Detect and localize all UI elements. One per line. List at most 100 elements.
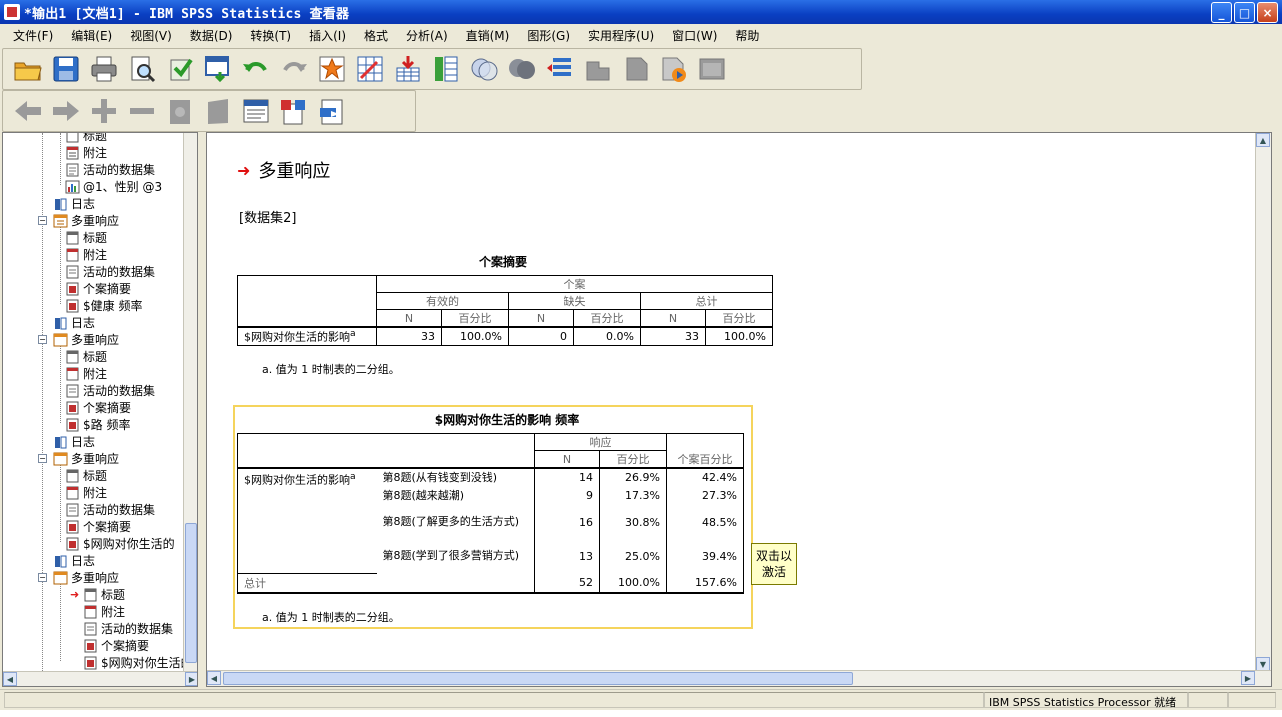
collapse-toggle[interactable]: −: [38, 573, 47, 582]
print-preview-icon[interactable]: [125, 52, 159, 86]
scroll-right-icon[interactable]: ▶: [1241, 671, 1255, 685]
scroll-left-icon[interactable]: ◀: [207, 671, 221, 685]
tree-item-log[interactable]: 日志: [53, 195, 95, 212]
open-folder-icon[interactable]: [11, 52, 45, 86]
tree-item-multiple-response[interactable]: 多重响应: [53, 569, 119, 586]
tree-item-frequency[interactable]: @1、性别 @3: [65, 178, 162, 195]
menu-insert[interactable]: 插入(I): [300, 27, 355, 44]
menu-utilities[interactable]: 实用程序(U): [579, 27, 663, 44]
scroll-left-icon[interactable]: ◀: [3, 672, 17, 686]
tree-item-active-dataset[interactable]: 活动的数据集: [83, 620, 173, 637]
tree-item-title[interactable]: 标题: [65, 467, 107, 484]
tree-item-frequency[interactable]: $网购对你生活的: [83, 654, 193, 671]
content-horizontal-scrollbar[interactable]: ◀ ▶: [207, 670, 1271, 686]
tree-item-notes[interactable]: 附注: [65, 484, 107, 501]
tree-item-title[interactable]: 标题: [65, 348, 107, 365]
print-icon[interactable]: [87, 52, 121, 86]
show-icon[interactable]: [163, 94, 197, 128]
minus-icon[interactable]: [125, 94, 159, 128]
outline-vertical-scrollbar[interactable]: [183, 133, 197, 671]
insert-title-icon[interactable]: [277, 94, 311, 128]
content-scroll-thumb[interactable]: [223, 672, 853, 685]
frequency-table[interactable]: 响应 个案百分比 N 百分比 $网购对你生活的影响a 第8题(从有钱变到没钱) …: [237, 433, 744, 594]
hide-icon[interactable]: [201, 94, 235, 128]
tree-item-active-dataset[interactable]: 活动的数据集: [65, 263, 155, 280]
tree-item-frequency[interactable]: $路 频率: [65, 416, 130, 433]
tree-item-active-dataset[interactable]: 活动的数据集: [65, 501, 155, 518]
tree-item-multiple-response[interactable]: 多重响应: [53, 331, 119, 348]
tree-item-notes[interactable]: 附注: [65, 144, 107, 161]
case-summary-table[interactable]: 个案 有效的 缺失 总计 N 百分比 N 百分比 N 百分比 $网购对你生活的影…: [237, 275, 773, 346]
promote-icon[interactable]: [581, 52, 615, 86]
spelling-icon[interactable]: [543, 52, 577, 86]
maximize-button[interactable]: □: [1234, 2, 1255, 23]
menu-data[interactable]: 数据(D): [181, 27, 242, 44]
menu-window[interactable]: 窗口(W): [663, 27, 726, 44]
tree-item-log[interactable]: 日志: [53, 433, 95, 450]
tree-item-case-summary[interactable]: 个案摘要: [65, 280, 131, 297]
tree-item-active-dataset[interactable]: 活动的数据集: [65, 382, 155, 399]
spss-app-icon[interactable]: [4, 4, 20, 20]
tree-item-log[interactable]: 日志: [53, 314, 95, 331]
tree-item-active-dataset[interactable]: 活动的数据集: [65, 161, 155, 178]
designate-window-icon[interactable]: [695, 52, 729, 86]
scroll-up-icon[interactable]: ▲: [1256, 133, 1270, 147]
recall-dialog-icon[interactable]: [201, 52, 235, 86]
use-variable-sets-icon[interactable]: [505, 52, 539, 86]
output-heading[interactable]: ➜ 多重响应: [237, 157, 330, 183]
content-vertical-scrollbar[interactable]: ▲ ▼: [1255, 133, 1271, 671]
tree-item-multiple-response[interactable]: 多重响应: [53, 212, 119, 229]
goto-data-icon[interactable]: [315, 52, 349, 86]
arrow-right-icon[interactable]: [49, 94, 83, 128]
goto-case-icon[interactable]: [353, 52, 387, 86]
minimize-button[interactable]: _: [1211, 2, 1232, 23]
outline-scroll-thumb[interactable]: [185, 523, 197, 663]
outline-horizontal-scrollbar[interactable]: ◀ ▶: [3, 671, 197, 686]
outline-pane[interactable]: 标题 附注 活动的数据集 @1、性别 @3 日志 − 多重响应 标题 附注 活动…: [2, 132, 198, 687]
tree-item-case-summary[interactable]: 个案摘要: [65, 399, 131, 416]
pane-splitter[interactable]: [200, 132, 205, 687]
menu-graphs[interactable]: 图形(G): [518, 27, 579, 44]
close-button[interactable]: ×: [1257, 2, 1278, 23]
redo-icon[interactable]: [277, 52, 311, 86]
tree-item-case-summary[interactable]: 个案摘要: [83, 637, 149, 654]
variables-icon[interactable]: [429, 52, 463, 86]
tree-item-notes[interactable]: 附注: [65, 365, 107, 382]
collapse-toggle[interactable]: −: [38, 335, 47, 344]
scroll-right-icon[interactable]: ▶: [185, 672, 197, 686]
save-icon[interactable]: [49, 52, 83, 86]
tree-item-log[interactable]: 日志: [53, 552, 95, 569]
menu-format[interactable]: 格式: [355, 27, 397, 44]
content-pane[interactable]: ➜ 多重响应 [数据集2] 个案摘要 个案 有效的 缺失 总计 N 百分比 N …: [206, 132, 1272, 687]
menu-edit[interactable]: 编辑(E): [62, 27, 121, 44]
goto-variable-icon[interactable]: [391, 52, 425, 86]
scroll-down-icon[interactable]: ▼: [1256, 657, 1270, 671]
tree-item-title[interactable]: 标题: [65, 229, 107, 246]
tree-item-frequency[interactable]: $网购对你生活的: [65, 535, 175, 552]
plus-icon[interactable]: [87, 94, 121, 128]
tree-item-multiple-response[interactable]: 多重响应: [53, 450, 119, 467]
menu-transform[interactable]: 转换(T): [241, 27, 300, 44]
menu-file[interactable]: 文件(F): [4, 27, 62, 44]
demote-icon[interactable]: [619, 52, 653, 86]
dataset-label[interactable]: [数据集2]: [239, 207, 296, 226]
collapse-toggle[interactable]: −: [38, 454, 47, 463]
menu-help[interactable]: 帮助: [726, 27, 768, 44]
tree-item-title-selected[interactable]: 标题: [83, 586, 125, 603]
insert-heading-icon[interactable]: [239, 94, 273, 128]
show-all-variables-icon[interactable]: [467, 52, 501, 86]
menu-direct-marketing[interactable]: 直销(M): [457, 27, 519, 44]
menu-analyze[interactable]: 分析(A): [397, 27, 457, 44]
tree-item-title[interactable]: 标题: [65, 133, 107, 144]
tree-item-frequency[interactable]: $健康 频率: [65, 297, 142, 314]
undo-icon[interactable]: [239, 52, 273, 86]
tree-item-notes[interactable]: 附注: [65, 246, 107, 263]
tree-item-case-summary[interactable]: 个案摘要: [65, 518, 131, 535]
arrow-left-icon[interactable]: [11, 94, 45, 128]
export-icon[interactable]: [163, 52, 197, 86]
show-hide-icon[interactable]: [657, 52, 691, 86]
insert-text-icon[interactable]: [315, 94, 349, 128]
tree-item-notes[interactable]: 附注: [83, 603, 125, 620]
collapse-toggle[interactable]: −: [38, 216, 47, 225]
menu-view[interactable]: 视图(V): [121, 27, 181, 44]
